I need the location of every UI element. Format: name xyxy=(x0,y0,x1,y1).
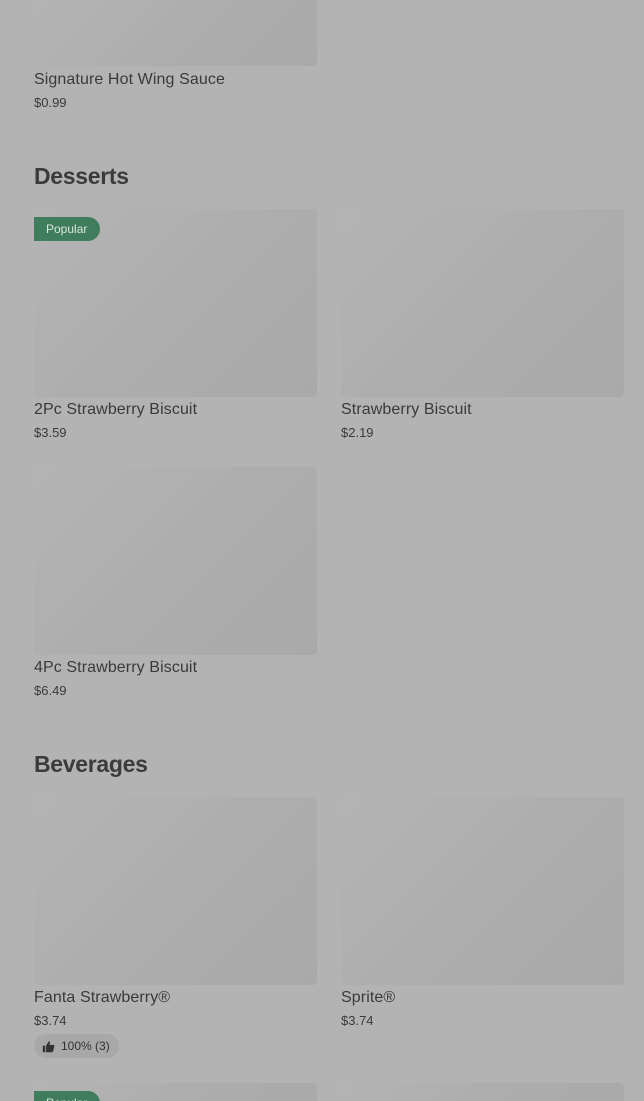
item-image[interactable] xyxy=(341,1083,624,1101)
item-image[interactable] xyxy=(341,797,624,985)
menu-item-card[interactable] xyxy=(341,1083,624,1101)
menu-item-card[interactable]: Signature Hot Wing Sauce $0.99 xyxy=(34,0,317,110)
thumbs-up-icon xyxy=(42,1040,55,1052)
item-name: Strawberry Biscuit xyxy=(341,401,472,418)
item-name: Fanta Strawberry® xyxy=(34,989,171,1006)
menu-item-card[interactable]: Sprite® $3.74 xyxy=(341,797,624,1028)
menu-item-card[interactable]: Popular xyxy=(34,1083,317,1101)
menu-item-card[interactable]: Strawberry Biscuit $2.19 xyxy=(341,209,624,440)
menu-item-card[interactable]: Popular 2Pc Strawberry Biscuit $3.59 xyxy=(34,209,317,440)
item-image[interactable]: Popular xyxy=(34,1083,317,1101)
popular-badge: Popular xyxy=(34,1091,101,1101)
item-name: 2Pc Strawberry Biscuit xyxy=(34,401,198,418)
item-price: $3.74 xyxy=(341,1013,374,1028)
section-title-desserts: Desserts xyxy=(34,163,129,189)
menu-item-card[interactable]: 4Pc Strawberry Biscuit $6.49 xyxy=(34,467,317,698)
item-price: $0.99 xyxy=(34,95,67,110)
item-price: $6.49 xyxy=(34,683,67,698)
item-image[interactable] xyxy=(34,797,317,985)
item-price: $3.59 xyxy=(34,425,67,440)
section-title-beverages: Beverages xyxy=(34,751,148,777)
item-name: 4Pc Strawberry Biscuit xyxy=(34,659,198,676)
rating-badge: 100% (3) xyxy=(34,1034,119,1058)
item-image[interactable] xyxy=(341,209,624,397)
item-price: $3.74 xyxy=(34,1013,67,1028)
item-name: Signature Hot Wing Sauce xyxy=(34,71,225,88)
item-image[interactable] xyxy=(34,467,317,655)
item-price: $2.19 xyxy=(341,425,374,440)
item-image[interactable]: Popular xyxy=(34,209,317,397)
item-image[interactable] xyxy=(34,0,317,66)
popular-badge: Popular xyxy=(34,217,101,241)
menu-page: Signature Hot Wing Sauce $0.99 Desserts … xyxy=(0,0,644,1101)
item-name: Sprite® xyxy=(341,989,396,1006)
menu-item-card[interactable]: Fanta Strawberry® $3.74 100% (3) xyxy=(34,797,317,1058)
rating-text: 100% (3) xyxy=(61,1039,110,1053)
